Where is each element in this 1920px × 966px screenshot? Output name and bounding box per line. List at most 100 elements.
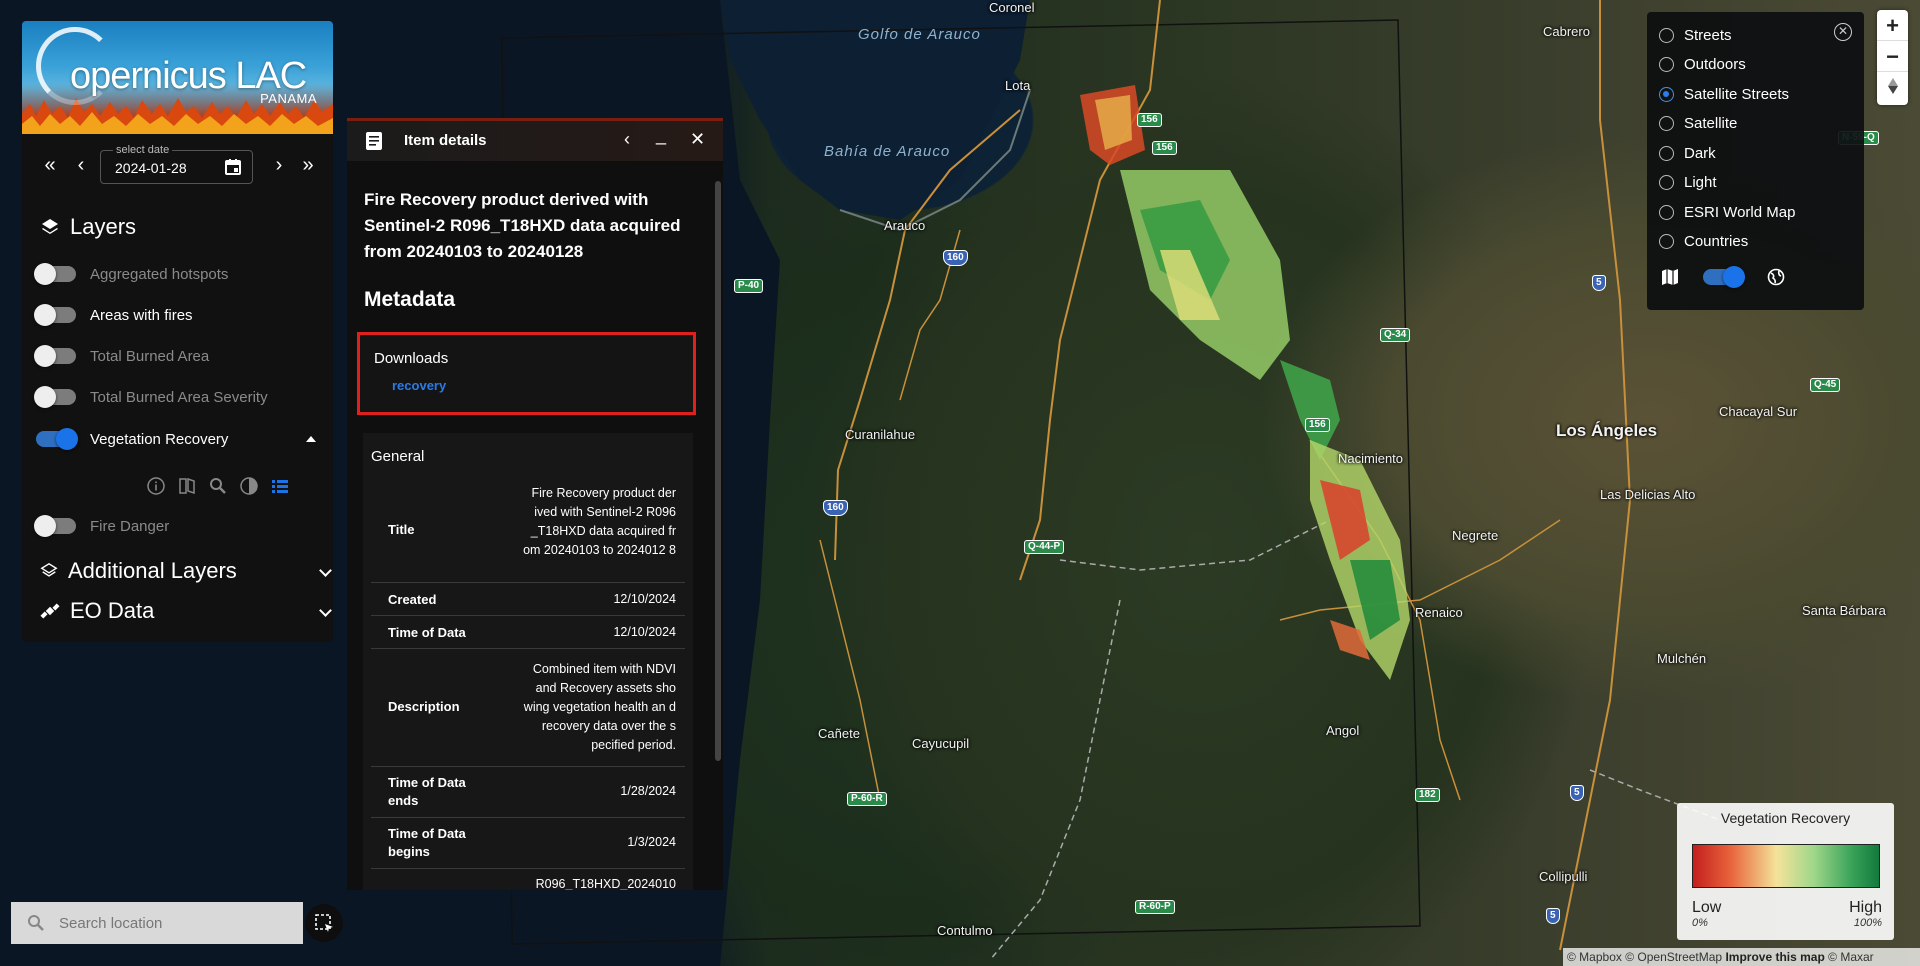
compass-icon [1887,78,1898,94]
road-shield: 160 [823,500,848,516]
last-date-button[interactable]: » [297,155,319,177]
layer-toggle[interactable] [34,515,76,537]
layer-toggle[interactable] [34,263,76,285]
basemap-option-light[interactable]: Light [1659,174,1717,191]
previous-date-button[interactable]: ‹ [70,155,92,177]
place-cabrero: Cabrero [1543,24,1590,39]
projection-toggle[interactable] [1703,266,1745,288]
row-key: Title [388,522,415,537]
place-collipulli: Collipulli [1539,869,1588,884]
basemap-option-dark[interactable]: Dark [1659,145,1716,162]
basemap-label: Light [1684,174,1717,191]
radio-icon [1659,234,1674,249]
table-row: Time of Data 12/10/2024 [371,616,685,649]
layer-toggle[interactable] [34,345,76,367]
row-value: 12/10/2024 [613,625,676,639]
zoom-to-layer-icon[interactable] [208,476,228,496]
recovery-overlay [1080,85,1410,680]
zoom-out-button[interactable]: − [1877,41,1908,72]
date-picker-label: select date [113,144,173,156]
row-value: 1/28/2024 [620,784,676,798]
item-title: Fire Recovery product derived with Senti… [364,190,681,261]
radio-icon [1659,57,1674,72]
search-location-input[interactable] [59,912,289,934]
close-icon[interactable]: ✕ [690,129,705,150]
compass-button[interactable] [1877,72,1908,103]
calendar-icon[interactable] [224,158,242,176]
eo-data-title: EO Data [70,598,155,623]
layer-vegetation-recovery[interactable]: Vegetation Recovery [36,427,326,451]
row-value: 1/3/2024 [627,835,676,849]
osm-attribution-link[interactable]: © OpenStreetMap [1625,950,1722,964]
place-cayucupil: Cayucupil [912,736,970,751]
basemap-option-streets[interactable]: Streets [1659,27,1732,44]
additional-layers-section[interactable]: Additional Layers [40,558,332,584]
basemap-label: Countries [1684,233,1749,250]
layer-total-burned-area-severity[interactable]: Total Burned Area Severity [34,385,268,409]
improve-map-link[interactable]: Improve this map [1725,950,1824,964]
layer-label: Total Burned Area [90,347,210,365]
legend-low-value: 0% [1692,917,1708,929]
table-row: Title Fire Recovery product der ived wit… [371,480,685,583]
item-details-panel: Item details ‹ _ ✕ Fire Recovery product… [347,118,723,890]
legend-high-label: High [1849,899,1882,916]
table-row: R096_T18HXD_2024010 [371,869,685,890]
flat-map-icon[interactable] [1661,268,1679,286]
area-select-button[interactable] [305,904,343,942]
item-details-scroll[interactable]: Fire Recovery product derived with Senti… [347,161,723,890]
layer-aggregated-hotspots[interactable]: Aggregated hotspots [34,262,228,286]
back-chevron-icon[interactable]: ‹ [624,129,630,150]
scrollbar[interactable] [715,181,721,761]
layer-toggle[interactable] [34,386,76,408]
layer-toggle[interactable] [34,304,76,326]
collapse-caret-icon[interactable] [306,436,316,442]
row-key: Description [388,699,460,714]
legend-low-label: Low [1692,899,1722,916]
opacity-icon[interactable] [239,476,259,496]
item-details-title: Item details [404,132,487,149]
close-basemap-icon[interactable]: ✕ [1834,23,1852,41]
road-shield: R-60-P [1135,900,1175,914]
chevron-down-icon[interactable] [319,564,332,577]
app-banner: opernicus LAC PANAMA [22,21,333,134]
date-navigation: « ‹ select date 2024-01-28 › » [22,144,333,186]
layer-toggle[interactable] [36,428,78,450]
legend-icon[interactable] [177,476,197,496]
maxar-attribution-link[interactable]: © Maxar [1828,950,1874,964]
first-date-button[interactable]: « [39,155,61,177]
basemap-label: Satellite Streets [1684,86,1790,103]
basemap-option-satellite[interactable]: Satellite [1659,115,1737,132]
water-golfo-de-arauco: Golfo de Arauco [858,26,981,43]
vegetation-recovery-legend: Vegetation Recovery Low High 0% 100% [1677,803,1894,940]
place-las-delicias-alto: Las Delicias Alto [1600,487,1696,502]
globe-icon[interactable] [1767,268,1785,286]
road-shield: 156 [1152,141,1177,155]
road-shield: Q-44-P [1024,540,1065,554]
minimize-icon[interactable]: _ [656,125,666,146]
select-area-icon [315,914,333,932]
chevron-down-icon[interactable] [319,604,332,617]
eo-data-section[interactable]: EO Data [40,598,332,624]
basemap-option-outdoors[interactable]: Outdoors [1659,56,1746,73]
row-key: Time of Data begins [388,826,466,859]
place-renaico: Renaico [1415,605,1463,620]
layer-fire-danger[interactable]: Fire Danger [34,514,169,538]
layer-areas-with-fires[interactable]: Areas with fires [34,303,193,327]
road-shield: 156 [1137,113,1162,127]
road-shield: 160 [943,250,968,266]
next-date-button[interactable]: › [268,155,290,177]
basemap-option-countries[interactable]: Countries [1659,233,1748,250]
layer-total-burned-area[interactable]: Total Burned Area [34,344,210,368]
basemap-option-esri-world-map[interactable]: ESRI World Map [1659,204,1795,221]
basemap-option-satellite-streets[interactable]: Satellite Streets [1659,86,1789,103]
items-list-icon[interactable] [270,476,290,496]
zoom-in-button[interactable]: + [1877,10,1908,41]
zoom-controls: + − [1877,10,1908,105]
mapbox-attribution-link[interactable]: © Mapbox [1567,950,1622,964]
road-shield: Q-45 [1810,378,1841,392]
info-icon[interactable] [146,476,166,496]
date-picker-field[interactable]: select date 2024-01-28 [100,144,253,184]
layer-tools [146,476,290,496]
download-recovery-link[interactable]: recovery [392,378,446,393]
road-shield: P-60-R [847,792,887,806]
